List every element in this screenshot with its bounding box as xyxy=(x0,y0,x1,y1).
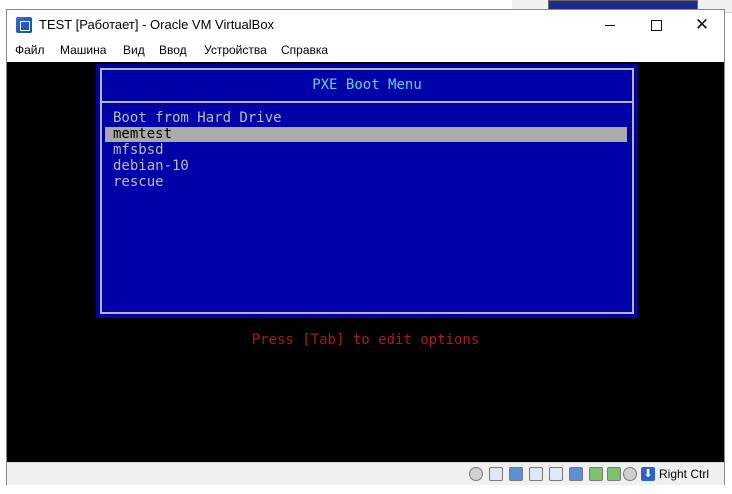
video-capture-icon[interactable] xyxy=(589,467,603,481)
menu-input[interactable]: Ввод xyxy=(159,43,187,57)
menu-help[interactable]: Справка xyxy=(281,43,328,57)
pxe-entry-boot-hard-drive[interactable]: Boot from Hard Drive xyxy=(105,111,627,126)
pxe-edit-hint: Press [Tab] to edit options xyxy=(251,332,480,348)
audio-icon[interactable] xyxy=(489,467,503,481)
pxe-menu-panel: PXE Boot Menu Boot from Hard Drive memte… xyxy=(96,64,638,318)
optical-drive-icon[interactable] xyxy=(469,467,483,481)
menu-file[interactable]: Файл xyxy=(15,43,45,57)
host-key-label: Right Ctrl xyxy=(659,467,710,481)
minimize-icon xyxy=(605,24,615,26)
status-bar: ⬇ Right Ctrl xyxy=(7,462,724,485)
menu-view[interactable]: Вид xyxy=(123,43,145,57)
pxe-entry-debian-10[interactable]: debian-10 xyxy=(105,159,627,174)
pxe-title-separator xyxy=(100,101,634,103)
maximize-icon xyxy=(650,19,662,31)
pxe-menu-title: PXE Boot Menu xyxy=(312,77,422,93)
window-title: TEST [Работает] - Oracle VM VirtualBox xyxy=(39,17,275,32)
pxe-entry-memtest[interactable]: memtest xyxy=(105,127,627,142)
display-icon[interactable] xyxy=(569,467,583,481)
mouse-integration-icon[interactable] xyxy=(623,467,637,481)
menu-devices[interactable]: Устройства xyxy=(204,43,267,57)
close-icon: ✕ xyxy=(694,14,710,35)
host-key-arrow-icon: ⬇ xyxy=(641,467,655,481)
title-bar[interactable]: TEST [Работает] - Oracle VM VirtualBox ✕ xyxy=(7,10,724,40)
menu-machine[interactable]: Машина xyxy=(60,43,106,57)
menu-bar: Файл Машина Вид Ввод Устройства Справка xyxy=(7,40,724,62)
pxe-menu-frame xyxy=(100,68,634,314)
vm-display[interactable]: PXE Boot Menu Boot from Hard Drive memte… xyxy=(7,62,724,462)
virtualbox-window: TEST [Работает] - Oracle VM VirtualBox ✕… xyxy=(6,9,725,485)
pxe-entry-rescue[interactable]: rescue xyxy=(105,175,627,190)
cpu-icon[interactable] xyxy=(607,467,621,481)
network-icon[interactable] xyxy=(509,467,523,481)
pxe-entry-mfsbsd[interactable]: mfsbsd xyxy=(105,143,627,158)
minimize-button[interactable] xyxy=(587,10,633,40)
virtualbox-app-icon xyxy=(16,17,32,33)
maximize-button[interactable] xyxy=(633,10,679,40)
close-button[interactable]: ✕ xyxy=(679,10,725,40)
usb-icon[interactable] xyxy=(529,467,543,481)
shared-folders-icon[interactable] xyxy=(549,467,563,481)
